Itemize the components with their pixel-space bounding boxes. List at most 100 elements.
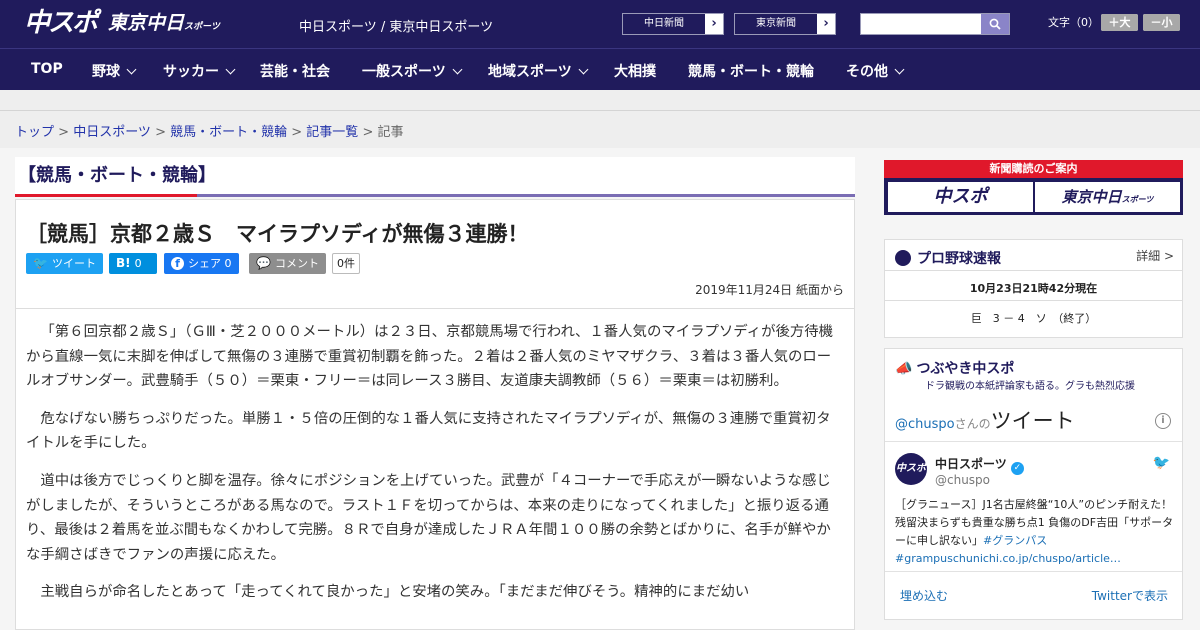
font-larger-button[interactable]: ＋大 [1101, 14, 1138, 31]
chevron-down-icon [452, 64, 463, 75]
tsubuyaki-widget: 📣 つぶやき中スポ ドラ観戦の本紙評論家も語る。グラも熱烈応援 @chuspoさん… [884, 348, 1183, 620]
divider [885, 571, 1182, 572]
nav-item-soccer[interactable]: サッカー [163, 61, 236, 81]
hatena-bookmark-button[interactable]: B! 0 [109, 253, 157, 274]
baseball-status: 10月23日21時42分現在 [969, 282, 1098, 295]
tweets-label: ツイート [990, 409, 1075, 433]
article-paragraph: 道中は後方でじっくりと脚を温存。徐々にポジションを上げていった。武豊が「４コーナ… [26, 472, 831, 563]
search-button[interactable] [981, 14, 1009, 34]
tweet-button[interactable]: 🐦 ツイート [26, 253, 103, 274]
main-nav: TOP 野球 サッカー 芸能・社会 一般スポーツ 地域スポーツ 大相撲 競馬・ボ… [0, 48, 1200, 90]
chuspo-ad-logo: 中スポ [888, 182, 1033, 212]
site-title-link[interactable]: 中日スポーツ / 東京中日スポーツ [299, 16, 493, 35]
tsubuyaki-title: 📣 つぶやき中スポ [895, 358, 1014, 378]
tokyo-chunichi-ad-logo: 東京中日スポーツ [1035, 182, 1180, 212]
section-title: 【競馬・ボート・競輪】 [18, 165, 216, 186]
tsubuyaki-title-text: つぶやき中スポ [916, 361, 1015, 377]
comment-button[interactable]: 💬 コメント [249, 253, 326, 274]
megaphone-icon: 📣 [895, 361, 913, 377]
baseball-detail-link[interactable]: 詳細 > [1136, 247, 1174, 264]
nav-label: 一般スポーツ [362, 64, 446, 80]
article-body: 「第６回京都２歳Ｓ」（ＧⅢ・芝２０００メートル）は２３日、京都競馬場で行われ、１… [26, 320, 844, 618]
search-icon [989, 18, 1001, 30]
breadcrumb-current: 記事 [377, 125, 404, 140]
comment-count: 0件 [332, 253, 360, 274]
font-smaller-button[interactable]: －小 [1143, 14, 1180, 31]
subscription-banner[interactable]: 新聞購読のご案内 中スポ 東京中日スポーツ [884, 160, 1183, 215]
tweet-hashtag[interactable]: #グランパス [983, 534, 1047, 547]
font-larger-label: ＋大 [1101, 14, 1138, 31]
nav-label: TOP [31, 61, 63, 77]
facebook-share-button[interactable]: f シェア 0 [164, 253, 239, 274]
subscription-title: 新聞購読のご案内 [884, 160, 1183, 178]
chevron-right-icon: › [711, 16, 717, 31]
breadcrumb-keiba[interactable]: 競馬・ボート・競輪 [170, 125, 287, 140]
article: ［競馬］京都２歳Ｓ マイラプソディが無傷３連勝！ 🐦 ツイート B! 0 f シェア … [15, 199, 855, 630]
breadcrumb-article-list[interactable]: 記事一覧 [306, 125, 358, 140]
tokyo-chunichi-logo[interactable]: 東京中日スポーツ [108, 11, 220, 39]
nav-label: その他 [846, 64, 888, 80]
tokyo-ad-text: 東京中日 [1061, 188, 1122, 206]
chevron-down-icon [126, 64, 137, 75]
baseball-score[interactable]: 巨 3 － 4 ソ （終了） [885, 310, 1182, 326]
tokyo-logo-text: 東京中日 [108, 12, 185, 34]
breadcrumb: トップ > 中日スポーツ > 競馬・ボート・競輪 > 記事一覧 > 記事 [15, 125, 404, 140]
nav-item-other[interactable]: その他 [846, 61, 905, 81]
twitter-icon: 🐦 [33, 256, 48, 270]
tweet-account-handle: @chuspo [935, 473, 991, 487]
chunichi-shimbun-button[interactable]: 中日新聞 › [622, 13, 724, 35]
divider [885, 441, 1182, 442]
account-name-text: 中日スポーツ [935, 457, 1007, 471]
hatena-count: 0 [134, 257, 142, 270]
site-header: 中スポ 東京中日スポーツ 中日スポーツ / 東京中日スポーツ 中日新聞 › 東京新… [0, 0, 1200, 48]
view-on-twitter-link[interactable]: Twitterで表示 [1092, 587, 1168, 604]
nav-item-general-sports[interactable]: 一般スポーツ [362, 61, 463, 81]
divider [885, 300, 1182, 301]
tokyo-logo-small: スポーツ [184, 22, 220, 32]
tweets-header: @chuspoさんのツイート [895, 405, 1075, 435]
info-icon[interactable]: i [1155, 413, 1171, 429]
tweet-account-name[interactable]: 中日スポーツ ✓ [935, 455, 1024, 475]
baseball-title-text: プロ野球速報 [917, 251, 1001, 267]
tokyo-shimbun-label: 東京新聞 [735, 14, 817, 34]
chevron-down-icon [894, 64, 905, 75]
section-header: 【競馬・ボート・競輪】 [15, 157, 855, 197]
embed-link[interactable]: 埋め込む [900, 587, 948, 604]
tokyo-shimbun-button[interactable]: 東京新聞 › [734, 13, 836, 35]
nav-item-sumo[interactable]: 大相撲 [614, 61, 656, 81]
article-paragraph: 危なげない勝ちっぷりだった。単勝１・５倍の圧倒的な１番人気に支持されたマイラプソ… [26, 410, 831, 452]
chuspo-handle-link[interactable]: @chuspo [895, 417, 955, 432]
tokyo-ad-small: スポーツ [1121, 195, 1154, 204]
search-input[interactable] [861, 14, 981, 34]
nav-item-regional-sports[interactable]: 地域スポーツ [488, 61, 589, 81]
verified-badge-icon: ✓ [1010, 462, 1024, 475]
article-paragraph: 主戦自らが命名したとあって「走ってくれて良かった」と安堵の笑み。「まだまだ伸びそ… [40, 584, 750, 601]
breadcrumb-top[interactable]: トップ [15, 125, 54, 140]
nav-item-entertainment[interactable]: 芸能・社会 [260, 61, 330, 81]
tsubuyaki-subtitle: ドラ観戦の本紙評論家も語る。グラも熱烈応援 [925, 381, 1135, 392]
avatar[interactable]: 中スポ [895, 453, 927, 485]
chuspo-logo[interactable]: 中スポ [24, 8, 98, 38]
twitter-bird-icon[interactable]: 🐦 [1153, 455, 1170, 471]
nav-label: 地域スポーツ [488, 64, 572, 80]
nav-item-top[interactable]: TOP [31, 61, 63, 77]
article-paragraph: 「第６回京都２歳Ｓ」（ＧⅢ・芝２０００メートル）は２３日、京都競馬場で行われ、１… [26, 324, 834, 390]
nav-item-baseball[interactable]: 野球 [92, 61, 137, 81]
tweet-text: ［グラニュース］J1名古屋終盤“10人”のピンチ耐えた！残留決まらずも貴重な勝ち… [895, 496, 1175, 568]
nav-label: 野球 [92, 64, 120, 80]
chevron-down-icon [578, 64, 589, 75]
baseball-widget-title: プロ野球速報 [895, 248, 1001, 268]
article-headline: ［競馬］京都２歳Ｓ マイラプソディが無傷３連勝！ [26, 222, 529, 246]
nav-item-keiba[interactable]: 競馬・ボート・競輪 [688, 61, 814, 81]
font-smaller-label: －小 [1143, 14, 1180, 31]
breadcrumb-chunichi-sports[interactable]: 中日スポーツ [73, 125, 151, 140]
divider [885, 270, 1182, 271]
divider [16, 308, 854, 309]
nav-label: 大相撲 [614, 64, 656, 80]
facebook-icon: f [171, 257, 184, 270]
tweet-link[interactable]: #grampuschunichi.co.jp/chuspo/article… [895, 552, 1121, 565]
baseball-icon [895, 250, 911, 266]
chevron-right-icon: › [823, 16, 829, 31]
chunichi-shimbun-label: 中日新聞 [623, 14, 705, 34]
facebook-share-label: シェア 0 [188, 257, 232, 270]
